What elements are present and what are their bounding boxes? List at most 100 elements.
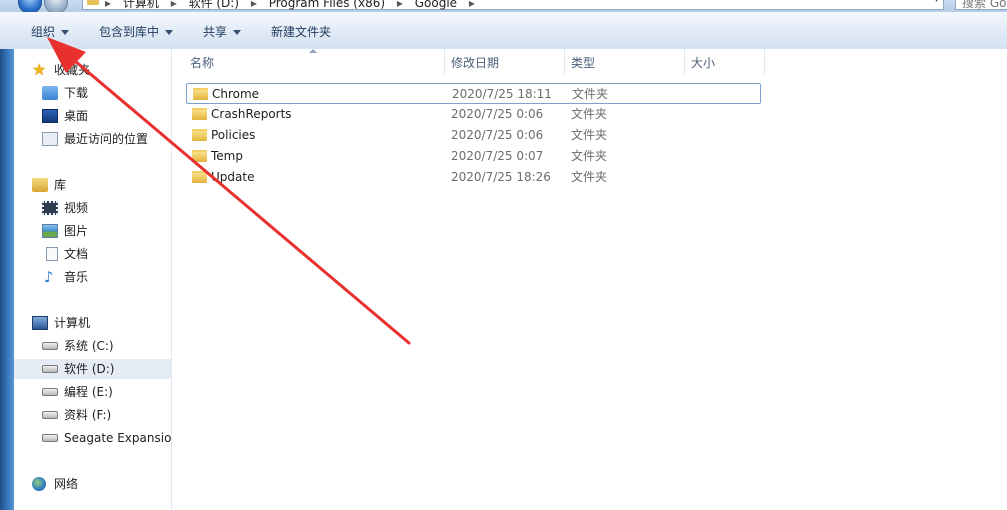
table-row[interactable]: Temp 2020/7/25 0:07 文件夹 bbox=[186, 146, 761, 167]
breadcrumb-program-files[interactable]: Program Files (x86) bbox=[269, 0, 385, 10]
music-note-icon: ♪ bbox=[44, 268, 54, 286]
file-modified: 2020/7/25 18:11 bbox=[452, 87, 552, 101]
nav-label: Seagate Expansion bbox=[64, 431, 171, 445]
address-input[interactable]: ▸ 计算机 ▸ 软件 (D:) ▸ Program Files (x86) ▸ … bbox=[82, 0, 944, 10]
breadcrumb-google[interactable]: Google bbox=[415, 0, 457, 10]
column-header-size[interactable]: 大小 bbox=[685, 49, 765, 75]
address-bar-area: ▸ 计算机 ▸ 软件 (D:) ▸ Program Files (x86) ▸ … bbox=[0, 0, 1007, 12]
caret-down-icon bbox=[165, 30, 174, 35]
share-button[interactable]: 共享 bbox=[203, 24, 242, 40]
table-row[interactable]: Policies 2020/7/25 0:06 文件夹 bbox=[186, 125, 761, 146]
column-header-label: 大小 bbox=[691, 56, 716, 70]
organize-button[interactable]: 组织 bbox=[31, 24, 70, 40]
file-name: CrashReports bbox=[211, 107, 292, 121]
breadcrumb-separator: ▸ bbox=[170, 0, 177, 10]
column-header-label: 修改日期 bbox=[451, 56, 500, 70]
folder-icon bbox=[193, 88, 208, 100]
folder-icon bbox=[192, 108, 207, 120]
nav-label: 资料 (F:) bbox=[64, 408, 112, 422]
share-label: 共享 bbox=[203, 25, 228, 39]
nav-label: 库 bbox=[54, 178, 67, 192]
file-modified: 2020/7/25 18:26 bbox=[451, 170, 551, 184]
table-row[interactable]: Chrome 2020/7/25 18:11 文件夹 bbox=[186, 83, 761, 104]
new-folder-label: 新建文件夹 bbox=[271, 25, 332, 39]
drive-icon bbox=[42, 388, 58, 396]
breadcrumb: ▸ 计算机 ▸ 软件 (D:) ▸ Program Files (x86) ▸ … bbox=[105, 0, 483, 11]
search-input[interactable]: 搜索 Go bbox=[955, 0, 1007, 10]
caret-down-icon bbox=[233, 30, 242, 35]
file-type: 文件夹 bbox=[571, 149, 608, 163]
file-type: 文件夹 bbox=[571, 128, 608, 142]
organize-label: 组织 bbox=[31, 25, 56, 39]
nav-label: 下载 bbox=[64, 86, 89, 100]
column-header-type[interactable]: 类型 bbox=[565, 49, 685, 75]
library-icon bbox=[32, 178, 48, 192]
command-toolbar: 组织 包含到库中 共享 新建文件夹 bbox=[0, 12, 1007, 50]
nav-label: 网络 bbox=[54, 477, 79, 491]
nav-label: 编程 (E:) bbox=[64, 385, 113, 399]
breadcrumb-drive-d[interactable]: 软件 (D:) bbox=[189, 0, 239, 10]
file-name: Chrome bbox=[212, 87, 260, 101]
new-folder-button[interactable]: 新建文件夹 bbox=[271, 24, 331, 40]
folder-icon bbox=[192, 171, 207, 183]
folder-icon bbox=[192, 150, 207, 162]
nav-label: 计算机 bbox=[54, 316, 91, 330]
file-name: Temp bbox=[211, 149, 243, 163]
nav-item-drive-d[interactable]: 软件 (D:) bbox=[14, 359, 171, 379]
nav-label: 软件 (D:) bbox=[64, 362, 115, 376]
nav-label: 音乐 bbox=[64, 270, 89, 284]
chevron-down-icon[interactable]: ▾ bbox=[934, 0, 939, 5]
caret-down-icon bbox=[61, 30, 70, 35]
table-row[interactable]: CrashReports 2020/7/25 0:06 文件夹 bbox=[186, 104, 761, 125]
breadcrumb-separator: ▸ bbox=[250, 0, 257, 10]
nav-label: 系统 (C:) bbox=[64, 339, 114, 353]
picture-icon bbox=[42, 224, 58, 238]
file-modified: 2020/7/25 0:07 bbox=[451, 149, 544, 163]
forward-button[interactable] bbox=[44, 0, 68, 12]
file-modified: 2020/7/25 0:06 bbox=[451, 128, 544, 142]
folder-icon bbox=[87, 0, 99, 5]
include-in-library-label: 包含到库中 bbox=[99, 25, 160, 39]
nav-label: 最近访问的位置 bbox=[64, 132, 149, 146]
folder-icon bbox=[192, 129, 207, 141]
file-type: 文件夹 bbox=[571, 107, 608, 121]
navigation-pane: ★ 收藏夹 下载 桌面 最近访问的位置 库 视频 图片 文档 ♪ 音乐 计算机 … bbox=[14, 49, 172, 510]
file-modified: 2020/7/25 0:06 bbox=[451, 107, 544, 121]
include-in-library-button[interactable]: 包含到库中 bbox=[99, 24, 174, 40]
back-button[interactable] bbox=[18, 0, 42, 12]
desktop-background bbox=[0, 49, 14, 510]
nav-label: 图片 bbox=[64, 224, 89, 238]
nav-label: 桌面 bbox=[64, 109, 89, 123]
file-name: Update bbox=[211, 170, 255, 184]
breadcrumb-separator: ▸ bbox=[105, 0, 112, 10]
column-header-label: 名称 bbox=[190, 56, 215, 70]
document-icon bbox=[46, 247, 58, 261]
star-icon: ★ bbox=[32, 60, 47, 79]
column-header-name[interactable]: 名称 bbox=[184, 49, 445, 75]
network-icon bbox=[32, 477, 46, 491]
breadcrumb-separator: ▸ bbox=[468, 0, 475, 10]
nav-label: 视频 bbox=[64, 201, 89, 215]
nav-item-seagate[interactable]: Seagate Expansion bbox=[42, 428, 171, 448]
drive-icon bbox=[42, 411, 58, 419]
recent-places-icon bbox=[42, 132, 58, 146]
breadcrumb-separator: ▸ bbox=[396, 0, 403, 10]
file-list: 名称 修改日期 类型 大小 Chrome 2020/7/25 18:11 文件夹… bbox=[172, 49, 1007, 510]
desktop-icon bbox=[42, 109, 58, 123]
search-placeholder: 搜索 Go bbox=[962, 0, 1007, 10]
computer-icon bbox=[32, 316, 48, 330]
file-type: 文件夹 bbox=[572, 87, 609, 101]
table-row[interactable]: Update 2020/7/25 18:26 文件夹 bbox=[186, 167, 761, 188]
downloads-folder-icon bbox=[42, 86, 58, 100]
nav-label: 收藏夹 bbox=[54, 63, 91, 77]
drive-icon bbox=[42, 434, 58, 442]
column-header-label: 类型 bbox=[571, 56, 596, 70]
breadcrumb-computer[interactable]: 计算机 bbox=[123, 0, 159, 10]
video-icon bbox=[42, 201, 58, 215]
drive-icon bbox=[42, 342, 58, 350]
file-name: Policies bbox=[211, 128, 256, 142]
nav-label: 文档 bbox=[64, 247, 89, 261]
column-header-modified[interactable]: 修改日期 bbox=[445, 49, 565, 75]
file-type: 文件夹 bbox=[571, 170, 608, 184]
drive-icon bbox=[42, 365, 58, 373]
